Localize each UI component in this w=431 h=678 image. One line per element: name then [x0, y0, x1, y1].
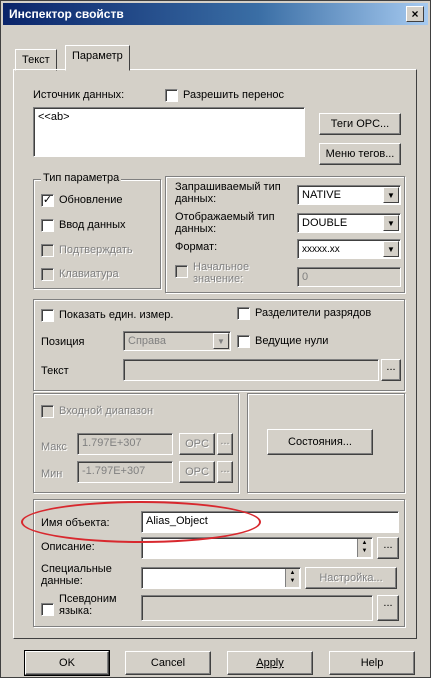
initial-value-checkbox	[175, 265, 188, 278]
position-value: Справа	[128, 335, 166, 347]
data-entry-label: Ввод данных	[59, 219, 126, 231]
min-ellipsis-button: ...	[217, 461, 233, 483]
min-opc-button: OPC	[179, 461, 215, 483]
title-bar[interactable]: Инспектор свойств ×	[3, 3, 428, 25]
displayed-type-value: DOUBLE	[302, 217, 348, 229]
position-select: Справа ▼	[123, 331, 231, 351]
data-source-label: Источник данных:	[33, 89, 125, 101]
ok-button[interactable]: OK	[24, 650, 110, 676]
data-entry-checkbox[interactable]	[41, 219, 54, 232]
description-label: Описание:	[41, 541, 95, 553]
settings-button: Настройка...	[305, 567, 397, 589]
language-alias-input	[141, 595, 373, 621]
requested-type-value: NATIVE	[302, 189, 341, 201]
units-text-input	[123, 359, 379, 381]
min-input: -1.797E+307	[77, 461, 173, 483]
object-name-label: Имя объекта:	[41, 517, 110, 529]
keyboard-checkbox	[41, 268, 54, 281]
requested-type-label: Запрашиваемый тип данных:	[175, 181, 281, 205]
window-title: Инспектор свойств	[9, 7, 124, 21]
chevron-down-icon[interactable]: ▼	[383, 241, 399, 257]
digit-separators-checkbox[interactable]	[237, 307, 250, 320]
position-label: Позиция	[41, 336, 85, 348]
confirm-checkbox	[41, 244, 54, 257]
show-units-checkbox[interactable]	[41, 309, 54, 322]
close-icon[interactable]: ×	[406, 6, 424, 22]
object-name-input[interactable]: Alias_Object	[141, 511, 399, 533]
leading-zeros-checkbox[interactable]	[237, 335, 250, 348]
special-data-label: Специальные данные:	[41, 563, 112, 587]
allow-wrap-label: Разрешить перенос	[183, 89, 285, 101]
input-range-label: Входной диапазон	[59, 405, 154, 417]
chevron-down-icon: ▼	[213, 333, 229, 349]
format-label: Формат:	[175, 241, 218, 253]
special-data-input[interactable]: ▲ ▼	[141, 567, 301, 589]
show-units-label: Показать един. измер.	[59, 309, 174, 321]
max-label: Макс	[41, 441, 67, 453]
update-checkbox[interactable]: ✓	[41, 194, 54, 207]
initial-value-input: 0	[297, 267, 401, 287]
confirm-label: Подтверждать	[59, 244, 133, 256]
format-select[interactable]: xxxxx.xx ▼	[297, 239, 401, 259]
language-alias-ellipsis-button[interactable]: ...	[377, 595, 399, 621]
property-inspector-window: Инспектор свойств × Текст Параметр Источ…	[0, 0, 431, 678]
requested-type-select[interactable]: NATIVE ▼	[297, 185, 401, 205]
units-text-ellipsis-button[interactable]: ...	[381, 359, 401, 381]
update-label: Обновление	[59, 194, 123, 206]
keyboard-label: Клавиатура	[59, 268, 119, 280]
max-opc-button: OPC	[179, 433, 215, 455]
max-input: 1.797E+307	[77, 433, 173, 455]
leading-zeros-label: Ведущие нули	[255, 335, 329, 347]
displayed-type-select[interactable]: DOUBLE ▼	[297, 213, 401, 233]
allow-wrap-checkbox[interactable]	[165, 89, 178, 102]
max-ellipsis-button: ...	[217, 433, 233, 455]
format-value: xxxxx.xx	[302, 244, 340, 255]
spin-icon[interactable]: ▲ ▼	[285, 569, 299, 587]
chevron-down-icon[interactable]: ▼	[383, 215, 399, 231]
tab-parameter[interactable]: Параметр	[65, 45, 130, 71]
states-button[interactable]: Состояния...	[267, 429, 373, 455]
cancel-button[interactable]: Cancel	[125, 651, 211, 675]
opc-tags-button[interactable]: Теги OPC...	[319, 113, 401, 135]
help-button[interactable]: Help	[329, 651, 415, 675]
apply-button[interactable]: Apply	[227, 651, 313, 675]
language-alias-checkbox[interactable]	[41, 603, 54, 616]
units-text-label: Текст	[41, 365, 69, 377]
data-source-input[interactable]: <<ab>	[33, 107, 305, 157]
initial-value-label: Начальное значение:	[193, 261, 250, 285]
chevron-down-icon[interactable]: ▼	[383, 187, 399, 203]
input-range-checkbox	[41, 405, 54, 418]
displayed-type-label: Отображаемый тип данных:	[175, 211, 275, 235]
tab-text[interactable]: Текст	[15, 49, 57, 71]
description-ellipsis-button[interactable]: ...	[377, 537, 399, 559]
tag-menu-button[interactable]: Меню тегов...	[319, 143, 401, 165]
digit-separators-label: Разделители разрядов	[255, 307, 372, 319]
description-input[interactable]: ▲ ▼	[141, 537, 373, 559]
language-alias-label: Псевдоним языка:	[59, 593, 117, 617]
spin-icon[interactable]: ▲ ▼	[357, 539, 371, 557]
min-label: Мин	[41, 468, 63, 480]
parameter-type-legend: Тип параметра	[41, 172, 122, 184]
